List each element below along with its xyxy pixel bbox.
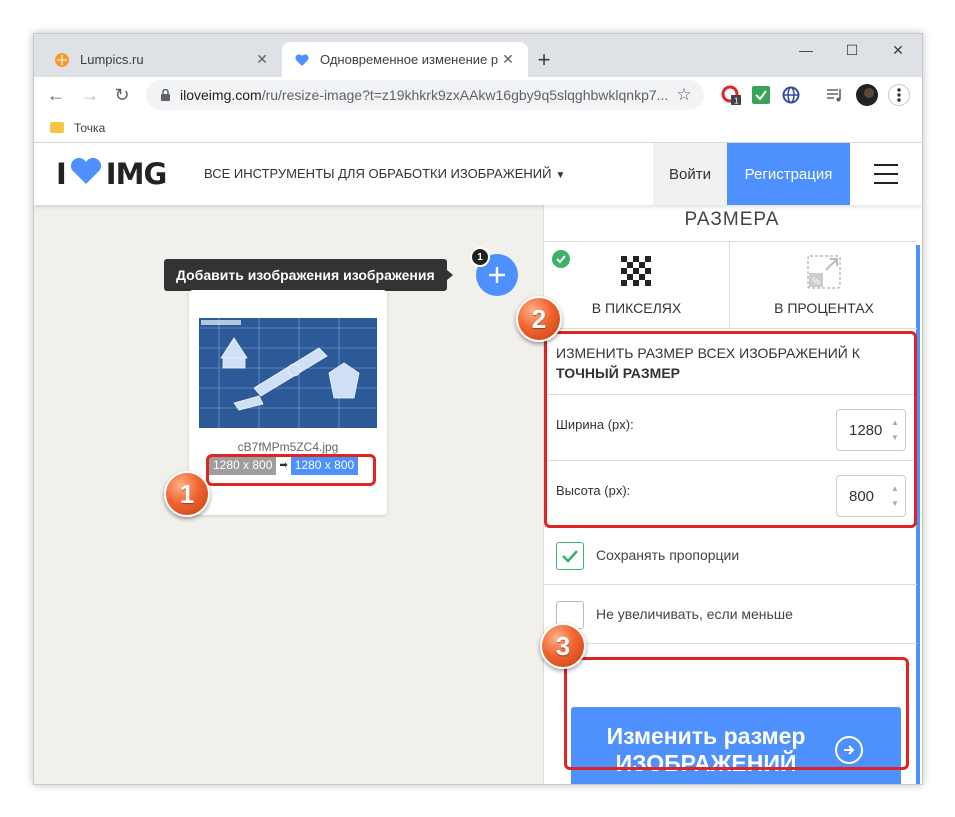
- sidebar-title: РАЗМЕРА: [684, 209, 780, 230]
- no-enlarge-label: Не увеличивать, если меньше: [596, 606, 793, 622]
- bookmark-tochka[interactable]: Точка: [74, 121, 105, 135]
- file-name: cB7fMPm5ZC4.jpg: [237, 440, 339, 454]
- step-marker-3: 3: [540, 623, 586, 669]
- minimize-icon[interactable]: —: [786, 38, 826, 62]
- bookmarks-bar: Точка: [34, 113, 922, 143]
- browser-window: Lumpics.ru ✕ Одновременное изменение ра …: [33, 33, 923, 785]
- all-tools-menu[interactable]: ВСЕ ИНСТРУМЕНТЫ ДЛЯ ОБРАБОТКИ ИЗОБРАЖЕНИ…: [204, 166, 565, 181]
- pixels-grid-icon: [621, 256, 651, 286]
- resize-mode-selector: В ПИКСЕЛЯХ % В ПРОЦЕНТАХ: [544, 241, 917, 329]
- signup-button[interactable]: Регистрация: [727, 143, 850, 205]
- avatar[interactable]: [856, 84, 878, 106]
- image-thumbnail: [199, 318, 377, 428]
- highlight-dimensions: [206, 454, 376, 486]
- orange-favicon-icon: [54, 52, 70, 68]
- lock-icon: [158, 88, 172, 102]
- media-queue-icon[interactable]: [824, 84, 846, 106]
- iloveimg-logo[interactable]: I IMG: [56, 157, 167, 191]
- selected-check-icon: [552, 250, 570, 268]
- hamburger-menu-icon[interactable]: [874, 164, 898, 184]
- svg-text:%: %: [812, 276, 820, 286]
- close-icon[interactable]: ✕: [252, 50, 272, 70]
- heart-icon: [69, 156, 103, 193]
- highlight-size-fields: [544, 331, 917, 528]
- url-text: iloveimg.com/ru/resize-image?t=z19khkrk9…: [180, 87, 672, 103]
- close-icon[interactable]: ✕: [498, 50, 518, 70]
- url-host: iloveimg.com: [180, 87, 262, 103]
- forward-arrow-icon[interactable]: →: [78, 83, 102, 107]
- percent-resize-icon: %: [807, 255, 841, 289]
- login-button[interactable]: Войти: [653, 143, 727, 205]
- site-header: I IMG ВСЕ ИНСТРУМЕНТЫ ДЛЯ ОБРАБОТКИ ИЗОБ…: [34, 143, 922, 205]
- reload-icon[interactable]: ↻: [110, 83, 134, 107]
- tab-title: Lumpics.ru: [80, 52, 144, 67]
- close-window-icon[interactable]: ✕: [878, 38, 918, 62]
- url-path: /ru/resize-image?t=z19khkrk9zxAAkw16gby9…: [261, 87, 669, 103]
- heart-favicon-icon: [294, 52, 310, 68]
- checkmark-icon: [562, 550, 578, 563]
- opera-extension-icon[interactable]: 1: [720, 84, 742, 106]
- mode-pixels-label: В ПИКСЕЛЯХ: [591, 300, 682, 316]
- file-count-badge: 1: [470, 247, 490, 267]
- tab-lumpics[interactable]: Lumpics.ru ✕: [42, 42, 282, 77]
- caret-down-icon: ▼: [555, 170, 566, 181]
- folder-icon: [50, 122, 64, 133]
- image-workspace: Добавить изображения изображения 1 cB7fM…: [34, 205, 543, 784]
- tab-title: Одновременное изменение ра: [320, 52, 498, 67]
- menu-dots-icon[interactable]: [888, 84, 910, 106]
- step-marker-1: 1: [164, 471, 210, 517]
- tab-strip: Lumpics.ru ✕ Одновременное изменение ра …: [34, 34, 922, 77]
- keep-ratio-row: Сохранять пропорции: [544, 527, 917, 585]
- mode-pixels-option[interactable]: В ПИКСЕЛЯХ: [544, 242, 730, 329]
- all-tools-label: ВСЕ ИНСТРУМЕНТЫ ДЛЯ ОБРАБОТКИ ИЗОБРАЖЕНИ…: [204, 166, 552, 181]
- maximize-icon[interactable]: ☐: [832, 38, 872, 62]
- logo-text-img: IMG: [105, 157, 167, 191]
- back-arrow-icon[interactable]: ←: [44, 83, 68, 107]
- new-tab-button[interactable]: +: [532, 47, 556, 72]
- keep-ratio-checkbox[interactable]: [556, 542, 584, 570]
- browser-toolbar: ← → ↻ iloveimg.com/ru/resize-image?t=z19…: [34, 77, 922, 113]
- extension-badge: 1: [734, 97, 739, 106]
- keep-ratio-label: Сохранять пропорции: [596, 547, 740, 563]
- no-enlarge-row: Не увеличивать, если меньше: [544, 586, 917, 644]
- globe-extension-icon[interactable]: [780, 84, 802, 106]
- mode-percent-option[interactable]: % В ПРОЦЕНТАХ: [731, 242, 917, 329]
- tab-iloveimg[interactable]: Одновременное изменение ра ✕: [282, 42, 528, 77]
- address-bar[interactable]: iloveimg.com/ru/resize-image?t=z19khkrk9…: [146, 80, 704, 110]
- step-marker-2: 2: [516, 296, 562, 342]
- mode-percent-label: В ПРОЦЕНТАХ: [774, 300, 874, 316]
- checkmark-extension-icon[interactable]: [750, 84, 772, 106]
- highlight-resize-button: [564, 657, 909, 770]
- add-images-tooltip: Добавить изображения изображения: [164, 259, 453, 291]
- bookmark-star-icon[interactable]: ☆: [672, 85, 696, 105]
- logo-text-i: I: [56, 157, 67, 191]
